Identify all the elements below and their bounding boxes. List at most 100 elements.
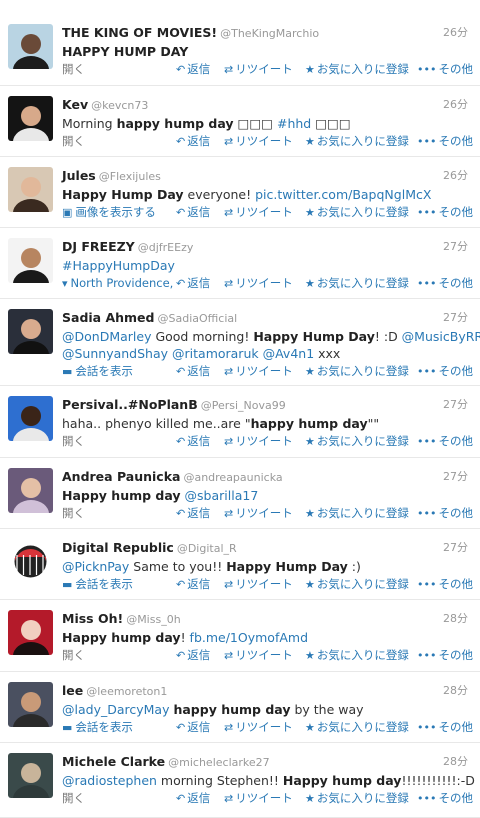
retweet-button[interactable]: ⇄ リツイート — [224, 719, 293, 736]
reply-button[interactable]: ↶ 返信 — [176, 275, 210, 292]
tweet-link[interactable]: @MusicByRR — [402, 329, 480, 344]
user-avatar[interactable] — [8, 96, 53, 141]
user-fullname[interactable]: lee — [62, 683, 83, 698]
expand-link[interactable]: 開く — [62, 647, 85, 663]
tweet-detail-link[interactable]: ▬ 会話を表示 — [62, 719, 133, 736]
more-button[interactable]: ••• その他 — [417, 133, 473, 150]
tweet-timestamp[interactable]: 26分 — [443, 168, 468, 183]
user-fullname[interactable]: Miss Oh! — [62, 611, 123, 626]
reply-button[interactable]: ↶ 返信 — [176, 433, 210, 450]
user-avatar[interactable] — [8, 610, 53, 655]
reply-button[interactable]: ↶ 返信 — [176, 576, 210, 593]
tweet-link[interactable]: @sbarilla17 — [185, 488, 259, 503]
expand-link[interactable]: 開く — [62, 505, 85, 521]
favorite-button[interactable]: ★ お気に入りに登録 — [305, 204, 409, 221]
more-button[interactable]: ••• その他 — [417, 363, 473, 380]
user-fullname[interactable]: Sadia Ahmed — [62, 310, 154, 325]
tweet-timestamp[interactable]: 26分 — [443, 97, 468, 112]
favorite-button[interactable]: ★ お気に入りに登録 — [305, 647, 409, 664]
tweet-timestamp[interactable]: 28分 — [443, 754, 468, 769]
user-handle[interactable]: @Flexijules — [99, 170, 161, 183]
retweet-button[interactable]: ⇄ リツイート — [224, 790, 293, 807]
user-handle[interactable]: @micheleclarke27 — [168, 756, 270, 769]
user-avatar[interactable] — [8, 396, 53, 441]
more-button[interactable]: ••• その他 — [417, 275, 473, 292]
favorite-button[interactable]: ★ お気に入りに登録 — [305, 275, 409, 292]
more-button[interactable]: ••• その他 — [417, 61, 473, 78]
retweet-button[interactable]: ⇄ リツイート — [224, 275, 293, 292]
user-handle[interactable]: @leemoreton1 — [86, 685, 167, 698]
tweet-detail-link[interactable]: ▾ North Providence, — [62, 275, 173, 292]
retweet-button[interactable]: ⇄ リツイート — [224, 647, 293, 664]
user-handle[interactable]: @Persi_Nova99 — [201, 399, 286, 412]
tweet-link[interactable]: pic.twitter.com/BapqNglMcX — [255, 187, 431, 202]
reply-button[interactable]: ↶ 返信 — [176, 363, 210, 380]
tweet-timestamp[interactable]: 27分 — [443, 540, 468, 555]
user-avatar[interactable] — [8, 238, 53, 283]
favorite-button[interactable]: ★ お気に入りに登録 — [305, 133, 409, 150]
retweet-button[interactable]: ⇄ リツイート — [224, 363, 293, 380]
favorite-button[interactable]: ★ お気に入りに登録 — [305, 576, 409, 593]
favorite-button[interactable]: ★ お気に入りに登録 — [305, 433, 409, 450]
tweet-detail-link[interactable]: ▬ 会話を表示 — [62, 363, 133, 380]
tweet-link[interactable]: @lady_DarcyMay — [62, 702, 169, 717]
tweet-link[interactable]: @SunnyandShay — [62, 346, 168, 361]
user-fullname[interactable]: Jules — [62, 168, 96, 183]
expand-link[interactable]: 開く — [62, 133, 85, 149]
user-fullname[interactable]: Digital Republic — [62, 540, 174, 555]
user-avatar[interactable] — [8, 539, 53, 584]
user-fullname[interactable]: Kev — [62, 97, 88, 112]
favorite-button[interactable]: ★ お気に入りに登録 — [305, 61, 409, 78]
favorite-button[interactable]: ★ お気に入りに登録 — [305, 790, 409, 807]
user-handle[interactable]: @TheKingMarchio — [220, 27, 319, 40]
favorite-button[interactable]: ★ お気に入りに登録 — [305, 505, 409, 522]
user-handle[interactable]: @kevcn73 — [91, 99, 148, 112]
user-avatar[interactable] — [8, 753, 53, 798]
more-button[interactable]: ••• その他 — [417, 433, 473, 450]
retweet-button[interactable]: ⇄ リツイート — [224, 133, 293, 150]
user-fullname[interactable]: Michele Clarke — [62, 754, 165, 769]
user-avatar[interactable] — [8, 309, 53, 354]
reply-button[interactable]: ↶ 返信 — [176, 647, 210, 664]
expand-link[interactable]: 開く — [62, 61, 85, 77]
more-button[interactable]: ••• その他 — [417, 576, 473, 593]
tweet-timestamp[interactable]: 28分 — [443, 611, 468, 626]
user-handle[interactable]: @Miss_0h — [126, 613, 180, 626]
favorite-button[interactable]: ★ お気に入りに登録 — [305, 719, 409, 736]
tweet-link[interactable]: fb.me/1OymofAmd — [190, 630, 308, 645]
tweet-detail-link[interactable]: ▣ 画像を表示する — [62, 204, 156, 221]
more-button[interactable]: ••• その他 — [417, 647, 473, 664]
tweet-timestamp[interactable]: 27分 — [443, 239, 468, 254]
user-avatar[interactable] — [8, 468, 53, 513]
more-button[interactable]: ••• その他 — [417, 204, 473, 221]
user-handle[interactable]: @Digital_R — [177, 542, 237, 555]
favorite-button[interactable]: ★ お気に入りに登録 — [305, 363, 409, 380]
reply-button[interactable]: ↶ 返信 — [176, 61, 210, 78]
tweet-timestamp[interactable]: 26分 — [443, 25, 468, 40]
tweet-link[interactable]: #HappyHumpDay — [62, 258, 175, 273]
user-avatar[interactable] — [8, 682, 53, 727]
user-handle[interactable]: @djfrEEzy — [138, 241, 194, 254]
user-fullname[interactable]: Andrea Paunicka — [62, 469, 180, 484]
retweet-button[interactable]: ⇄ リツイート — [224, 433, 293, 450]
user-avatar[interactable] — [8, 24, 53, 69]
tweet-link[interactable]: @radiostephen — [62, 773, 157, 788]
user-handle[interactable]: @SadiaOfficial — [157, 312, 237, 325]
tweet-link[interactable]: @Av4n1 — [263, 346, 315, 361]
tweet-timestamp[interactable]: 27分 — [443, 310, 468, 325]
tweet-detail-link[interactable]: ▬ 会話を表示 — [62, 576, 133, 593]
tweet-timestamp[interactable]: 27分 — [443, 397, 468, 412]
tweet-timestamp[interactable]: 28分 — [443, 683, 468, 698]
expand-link[interactable]: 開く — [62, 433, 85, 449]
tweet-timestamp[interactable]: 27分 — [443, 469, 468, 484]
user-fullname[interactable]: Persival..#NoPlanB — [62, 397, 198, 412]
expand-link[interactable]: 開く — [62, 790, 85, 806]
tweet-link[interactable]: @ritamoraruk — [172, 346, 259, 361]
tweet-link[interactable]: @DonDMarley — [62, 329, 151, 344]
user-fullname[interactable]: THE KING OF MOVIES! — [62, 25, 217, 40]
user-handle[interactable]: @andreapaunicka — [183, 471, 282, 484]
reply-button[interactable]: ↶ 返信 — [176, 505, 210, 522]
more-button[interactable]: ••• その他 — [417, 719, 473, 736]
reply-button[interactable]: ↶ 返信 — [176, 790, 210, 807]
retweet-button[interactable]: ⇄ リツイート — [224, 204, 293, 221]
